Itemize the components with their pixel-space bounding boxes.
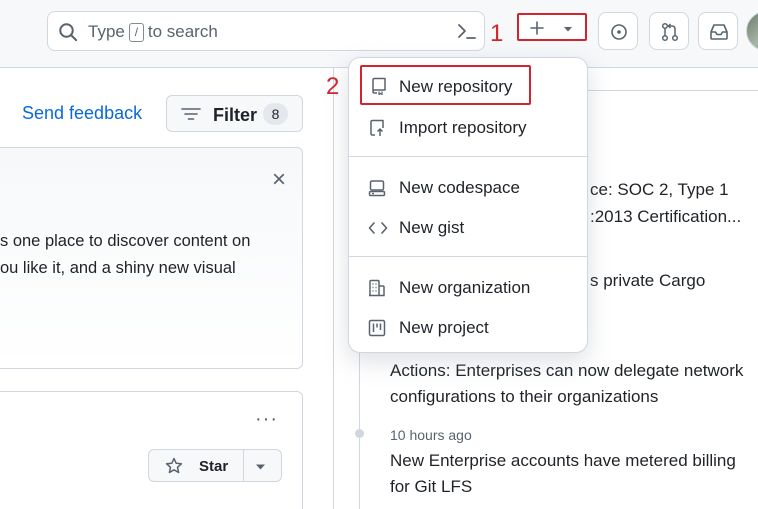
menu-item-new-gist[interactable]: New gist: [361, 211, 575, 245]
filter-count-badge: 8: [263, 103, 288, 125]
menu-item-new-project[interactable]: New project: [361, 311, 575, 345]
menu-item-new-codespace[interactable]: New codespace: [361, 171, 575, 205]
search-prefix: Type: [88, 22, 125, 41]
filter-icon: [181, 108, 201, 120]
repo-push-icon: [370, 119, 384, 136]
menu-label-new-codespace: New codespace: [399, 178, 520, 197]
user-avatar[interactable]: [746, 11, 758, 51]
create-new-button[interactable]: [517, 13, 587, 41]
changelog-item-1-line-1[interactable]: ce: SOC 2, Type 1: [590, 180, 729, 200]
changelog-item-1-line-2[interactable]: :2013 Certification...: [590, 207, 741, 227]
search-input[interactable]: Type / to search: [47, 11, 485, 51]
organization-icon: [369, 279, 385, 297]
menu-item-new-repository[interactable]: New repository: [360, 65, 531, 105]
issue-opened-icon: [611, 24, 627, 40]
repo-icon: [372, 77, 386, 95]
issues-button[interactable]: [598, 12, 638, 50]
caret-down-icon[interactable]: [255, 463, 266, 471]
menu-item-import-repository[interactable]: Import repository: [361, 111, 575, 145]
changelog-item-2-line-1[interactable]: s private Cargo: [590, 271, 705, 291]
menu-separator: [349, 256, 587, 257]
search-suffix: to search: [147, 22, 218, 41]
close-icon[interactable]: ×: [272, 168, 286, 192]
star-label: Star: [199, 458, 229, 475]
code-icon: [368, 222, 388, 234]
menu-label-import-repository: Import repository: [399, 118, 527, 137]
menu-label-new-gist: New gist: [399, 218, 465, 237]
kebab-menu-icon[interactable]: ···: [255, 408, 278, 431]
timeline-dot: [355, 429, 364, 438]
filter-label: Filter: [213, 105, 258, 125]
search-shortcut-key: /: [128, 22, 144, 42]
star-icon: [165, 457, 183, 474]
inbox-button[interactable]: [698, 12, 738, 50]
changelog-item-3-line-2[interactable]: configurations to their organizations: [390, 387, 658, 407]
git-pull-request-icon: [661, 22, 679, 42]
filter-button[interactable]: Filter 8: [166, 95, 303, 132]
menu-label-new-organization: New organization: [399, 278, 531, 297]
step-1-annotation: 1: [490, 20, 504, 47]
caret-down-icon: [564, 27, 572, 32]
menu-label-new-repository: New repository: [399, 77, 513, 96]
menu-separator: [349, 156, 587, 157]
send-feedback-link[interactable]: Send feedback: [22, 103, 142, 124]
menu-label-new-project: New project: [399, 318, 489, 337]
column-divider: [333, 68, 334, 509]
codespaces-icon: [368, 180, 386, 197]
step-2-annotation: 2: [326, 73, 340, 100]
search-icon: [59, 23, 78, 42]
create-new-dropdown-menu: New repository Import repository New cod…: [348, 57, 588, 353]
pull-requests-button[interactable]: [649, 12, 689, 50]
plus-icon: [530, 21, 544, 35]
announcement-line-1: s one place to discover content on: [0, 232, 251, 250]
changelog-item-3-line-1[interactable]: Actions: Enterprises can now delegate ne…: [390, 361, 743, 381]
inbox-icon: [710, 24, 728, 40]
changelog-item-4-line-1[interactable]: New Enterprise accounts have metered bil…: [390, 451, 736, 471]
announcement-line-2: ou like it, and a shiny new visual: [0, 259, 236, 277]
project-icon: [368, 319, 386, 337]
announcement-text: s one place to discover content on ou li…: [0, 228, 300, 282]
menu-item-new-organization[interactable]: New organization: [361, 271, 575, 305]
star-split-divider: [243, 450, 244, 481]
search-placeholder: Type / to search: [88, 22, 218, 42]
changelog-item-4-line-2[interactable]: for Git LFS: [390, 477, 472, 497]
star-button[interactable]: Star: [148, 449, 282, 482]
command-palette-icon[interactable]: [448, 12, 486, 50]
changelog-timestamp: 10 hours ago: [390, 427, 472, 443]
